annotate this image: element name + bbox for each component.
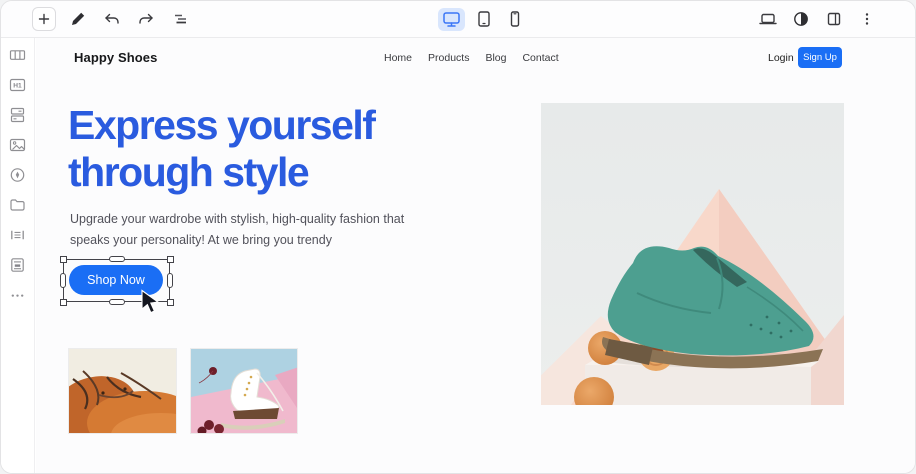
- form-icon[interactable]: [9, 257, 27, 273]
- hero-title: Express yourself through style: [68, 102, 374, 196]
- kebab-menu-icon: [859, 11, 875, 27]
- edit-button[interactable]: [66, 7, 90, 31]
- hero-description-line2: speaks your personality! At we bring you…: [70, 230, 404, 251]
- add-button[interactable]: [32, 7, 56, 31]
- app-window: H1 Happy Shoes Home Products Blog Contac…: [0, 0, 916, 474]
- contrast-icon: [793, 11, 809, 27]
- undo-button[interactable]: [100, 7, 124, 31]
- device-mobile-button[interactable]: [503, 7, 527, 31]
- sections-icon[interactable]: [9, 107, 27, 123]
- split-panel-icon: [826, 11, 842, 27]
- reorder-layers-icon: [171, 11, 189, 27]
- login-link[interactable]: Login: [768, 52, 794, 64]
- more-menu-button[interactable]: [855, 7, 879, 31]
- redo-icon: [137, 11, 155, 27]
- carousel-icon[interactable]: [9, 227, 27, 243]
- site-logo: Happy Shoes: [74, 50, 157, 65]
- reorder-layers-button[interactable]: [168, 7, 192, 31]
- selection-handle-top-right[interactable]: [167, 256, 174, 263]
- editor-canvas: Happy Shoes Home Products Blog Contact L…: [36, 38, 915, 473]
- panel-toggle-button[interactable]: [822, 7, 846, 31]
- columns-layout-icon[interactable]: [9, 47, 27, 63]
- folder-icon[interactable]: [9, 197, 27, 213]
- signup-button[interactable]: Sign Up: [798, 47, 842, 68]
- hero-title-line1: Express yourself: [68, 102, 374, 149]
- nav-contact-link[interactable]: Contact: [522, 52, 558, 64]
- hero-title-line2: through style: [68, 149, 374, 196]
- mouse-cursor-icon: [138, 288, 162, 314]
- preview-button[interactable]: [756, 7, 780, 31]
- device-toggle-group: [438, 1, 527, 37]
- toolbar: [1, 1, 915, 38]
- hero-image-teal-shoe[interactable]: [541, 103, 844, 405]
- gallery-image-leather-shoes[interactable]: [68, 348, 177, 434]
- selection-handle-top[interactable]: [109, 256, 125, 262]
- desktop-icon: [442, 10, 461, 28]
- nav-home-link[interactable]: Home: [384, 52, 412, 64]
- selection-handle-bottom[interactable]: [109, 299, 125, 305]
- toolbar-left-group: [32, 1, 192, 37]
- image-icon[interactable]: [9, 137, 27, 153]
- elements-sidebar: H1: [1, 38, 35, 473]
- plus-icon: [36, 11, 52, 27]
- undo-icon: [103, 11, 121, 27]
- toolbar-right-group: [756, 1, 879, 37]
- site-nav: Home Products Blog Contact: [384, 52, 559, 64]
- selection-handle-bottom-right[interactable]: [167, 299, 174, 306]
- laptop-icon: [758, 11, 778, 27]
- nav-products-link[interactable]: Products: [428, 52, 469, 64]
- gallery-image-ice-skate[interactable]: [190, 348, 298, 434]
- hero-description: Upgrade your wardrobe with stylish, high…: [70, 209, 404, 251]
- more-icon[interactable]: [9, 287, 27, 303]
- mobile-icon: [506, 10, 524, 28]
- compass-icon[interactable]: [9, 167, 27, 183]
- tablet-icon: [475, 10, 493, 28]
- nav-blog-link[interactable]: Blog: [485, 52, 506, 64]
- svg-text:H1: H1: [13, 83, 22, 90]
- theme-button[interactable]: [789, 7, 813, 31]
- device-tablet-button[interactable]: [472, 7, 496, 31]
- selection-handle-left[interactable]: [60, 273, 66, 288]
- pencil-icon: [70, 11, 86, 27]
- selection-handle-top-left[interactable]: [60, 256, 67, 263]
- selection-handle-bottom-left[interactable]: [60, 299, 67, 306]
- selection-handle-right[interactable]: [167, 273, 173, 288]
- heading-h1-icon[interactable]: H1: [9, 77, 27, 93]
- hero-description-line1: Upgrade your wardrobe with stylish, high…: [70, 209, 404, 230]
- redo-button[interactable]: [134, 7, 158, 31]
- device-desktop-button[interactable]: [438, 8, 465, 31]
